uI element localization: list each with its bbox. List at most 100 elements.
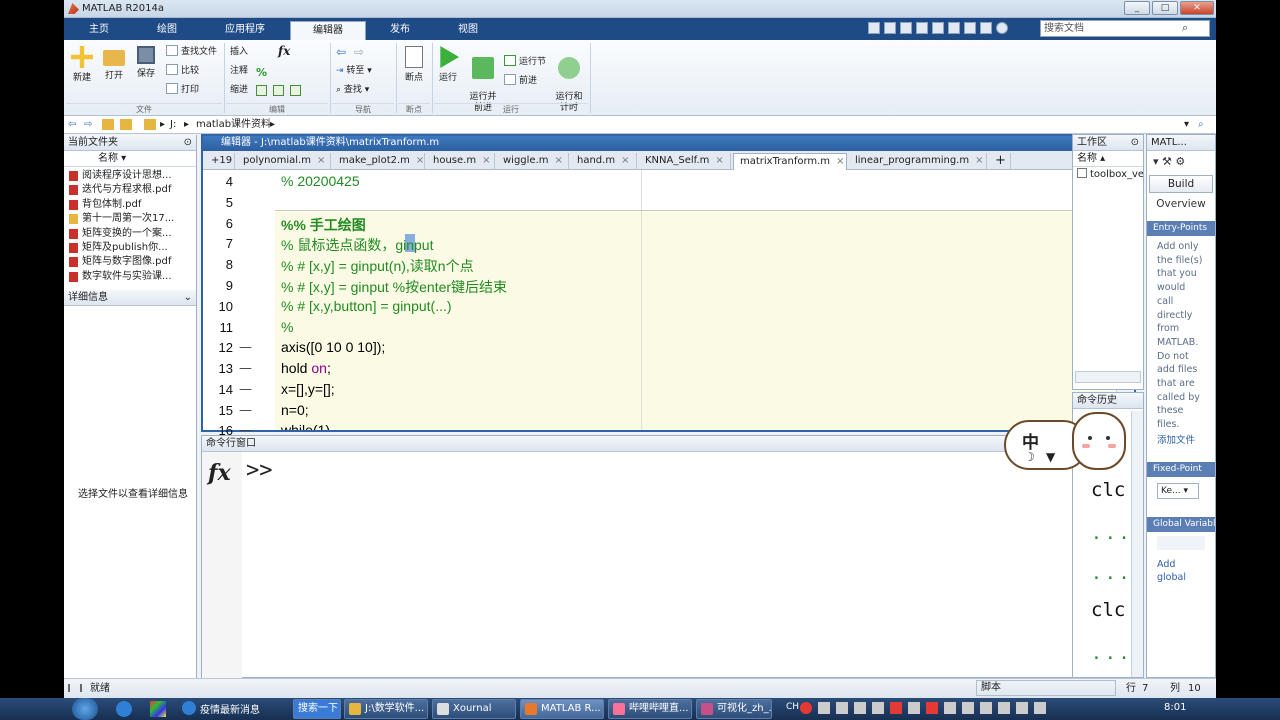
list-item[interactable]: 矩阵及publish你... <box>64 241 196 255</box>
list-item[interactable]: 矩阵变换的一个案... <box>64 227 196 241</box>
tray-icon[interactable] <box>980 702 992 714</box>
tab-hand[interactable]: hand.m × <box>571 153 637 170</box>
browse-folder-icon[interactable] <box>120 119 132 130</box>
tray-icon[interactable] <box>926 702 938 714</box>
indent-button[interactable]: 缩进 <box>230 82 248 98</box>
ie-icon[interactable] <box>116 701 132 717</box>
list-item[interactable]: 第十一周第一次17... <box>64 212 196 226</box>
overview-tab[interactable]: Overview <box>1147 195 1215 213</box>
breakpoint-marker[interactable]: — <box>239 361 252 376</box>
breakpoint-marker[interactable]: — <box>239 382 252 397</box>
breakpoint-marker[interactable]: — <box>239 340 252 355</box>
volume-icon[interactable] <box>1034 702 1046 714</box>
tray-icon[interactable] <box>890 702 902 714</box>
insert-function-icon[interactable]: fx <box>278 44 290 58</box>
tab-overflow[interactable]: +19 <box>205 153 235 170</box>
increase-indent-icon[interactable] <box>273 85 284 96</box>
comment-button[interactable]: 注释 <box>230 63 248 79</box>
start-button-icon[interactable] <box>72 698 98 720</box>
run-button[interactable]: 运行 <box>434 46 462 83</box>
tab-editor[interactable]: 编辑器 <box>290 21 366 40</box>
history-entry[interactable]: clc <box>1091 479 1125 501</box>
taskbar-bilibili[interactable]: 哔哩哔哩直... <box>608 699 692 719</box>
tab-matrix-tranform[interactable]: matrixTranform.m × <box>733 153 847 170</box>
tab-plots[interactable]: 绘图 <box>136 21 198 40</box>
up-folder-icon[interactable] <box>102 119 114 130</box>
tray-icon[interactable] <box>998 702 1010 714</box>
find-files-button[interactable]: 查找文件 <box>166 44 217 60</box>
search-icon[interactable]: ⌕ <box>1182 21 1188 35</box>
breakpoint-marker[interactable]: — <box>239 403 252 418</box>
cut-quick-icon[interactable] <box>884 22 896 34</box>
save-quick-icon[interactable] <box>868 22 880 34</box>
taskbar-explorer[interactable]: J:\数学软件... <box>344 699 428 719</box>
tab-home[interactable]: 主页 <box>68 21 130 40</box>
build-button[interactable]: Build <box>1149 175 1213 193</box>
help-icon[interactable] <box>996 22 1008 34</box>
print-button[interactable]: 打印 <box>166 82 199 98</box>
breakpoints-button[interactable]: 断点 <box>400 46 428 83</box>
history-entry[interactable]: ... <box>1091 643 1133 664</box>
tray-icon[interactable] <box>854 702 866 714</box>
history-scrollbar[interactable] <box>1131 411 1143 677</box>
add-global-link[interactable]: global <box>1147 571 1215 585</box>
chevron-down-icon[interactable]: ⌄ <box>184 290 192 305</box>
root-folder-icon[interactable] <box>144 119 156 130</box>
paste-quick-icon[interactable] <box>916 22 928 34</box>
taskbar-search[interactable]: 搜索一下 <box>293 699 341 719</box>
list-item[interactable]: 迭代与方程求根.pdf <box>64 183 196 197</box>
history-entry[interactable]: clc <box>1091 599 1125 621</box>
taskbar-matlab[interactable]: MATLAB R... <box>520 699 604 719</box>
comment-percent-icon[interactable]: % <box>256 66 267 79</box>
fixed-point-select[interactable]: Ke... ▾ <box>1157 482 1199 499</box>
forward-arrow-icon[interactable]: ⇨ <box>354 45 364 59</box>
global-variables-list[interactable] <box>1157 535 1205 550</box>
function-browser-icon[interactable]: fx <box>208 460 231 486</box>
tab-close-icon[interactable]: × <box>715 155 723 166</box>
tray-icon[interactable] <box>836 702 848 714</box>
smart-indent-icon[interactable] <box>256 85 267 96</box>
app-launcher-icon[interactable] <box>150 701 166 717</box>
tab-apps[interactable]: 应用程序 <box>209 21 281 40</box>
redo-quick-icon[interactable] <box>948 22 960 34</box>
code-area[interactable]: % 20200425 %% 手工绘图 % 鼠标选点函数，ginput % # [… <box>275 170 1116 430</box>
switch-windows-icon[interactable] <box>964 22 976 34</box>
list-item[interactable]: 数字软件与实验课... <box>64 270 196 284</box>
tab-close-icon[interactable]: × <box>555 155 563 166</box>
tab-wiggle[interactable]: wiggle.m × <box>497 153 569 170</box>
tab-polynomial[interactable]: polynomial.m × <box>237 153 331 170</box>
maximize-button[interactable]: □ <box>1152 1 1178 15</box>
address-dropdown-icon[interactable]: ▾ <box>1184 116 1189 134</box>
moon-icon[interactable]: ☽ <box>1024 450 1035 464</box>
open-button[interactable]: 打开 <box>100 46 128 81</box>
list-item[interactable]: 矩阵与数字图像.pdf <box>64 255 196 269</box>
advance-button[interactable]: 前进 <box>504 73 537 89</box>
input-language[interactable]: CH <box>786 702 799 712</box>
taskbar-news[interactable]: 疫情最新消息 <box>200 701 260 716</box>
ws-name-column[interactable]: 名称 ▴ <box>1073 151 1143 167</box>
gear-icon[interactable]: ⚙ <box>1175 155 1185 168</box>
sogou-icon[interactable] <box>800 702 812 714</box>
list-item[interactable]: 背包体制.pdf <box>64 198 196 212</box>
tray-icon[interactable] <box>962 702 974 714</box>
layout-icon[interactable] <box>980 22 992 34</box>
name-column-header[interactable]: 名称 ▾ <box>64 151 196 167</box>
ime-mascot-widget[interactable]: 中 ☽ ▼ <box>1004 412 1126 476</box>
tab-view[interactable]: 视图 <box>438 21 498 40</box>
path-folder[interactable]: matlab课件资料 <box>196 116 271 134</box>
panel-menu-icon[interactable]: ⊙ <box>1131 135 1139 150</box>
tab-close-icon[interactable]: × <box>317 155 325 166</box>
compare-button[interactable]: 比较 <box>166 63 199 79</box>
shirt-icon[interactable]: ▼ <box>1046 450 1055 464</box>
back-arrow-icon[interactable]: ⇦ <box>336 45 346 59</box>
fixed-point-header[interactable]: Fixed-Point <box>1147 461 1215 477</box>
details-header[interactable]: 详细信息 ⌄ <box>64 290 196 306</box>
tray-icon[interactable] <box>872 702 884 714</box>
command-input[interactable] <box>284 454 1124 674</box>
copy-quick-icon[interactable] <box>900 22 912 34</box>
taskbar-visualization[interactable]: 可视化_zh_... <box>696 699 772 719</box>
tray-icon[interactable] <box>908 702 920 714</box>
run-section-button[interactable]: 运行节 <box>504 54 546 70</box>
add-global-link[interactable]: Add <box>1147 558 1215 572</box>
panel-menu-icon[interactable]: ⊙ <box>184 135 192 150</box>
